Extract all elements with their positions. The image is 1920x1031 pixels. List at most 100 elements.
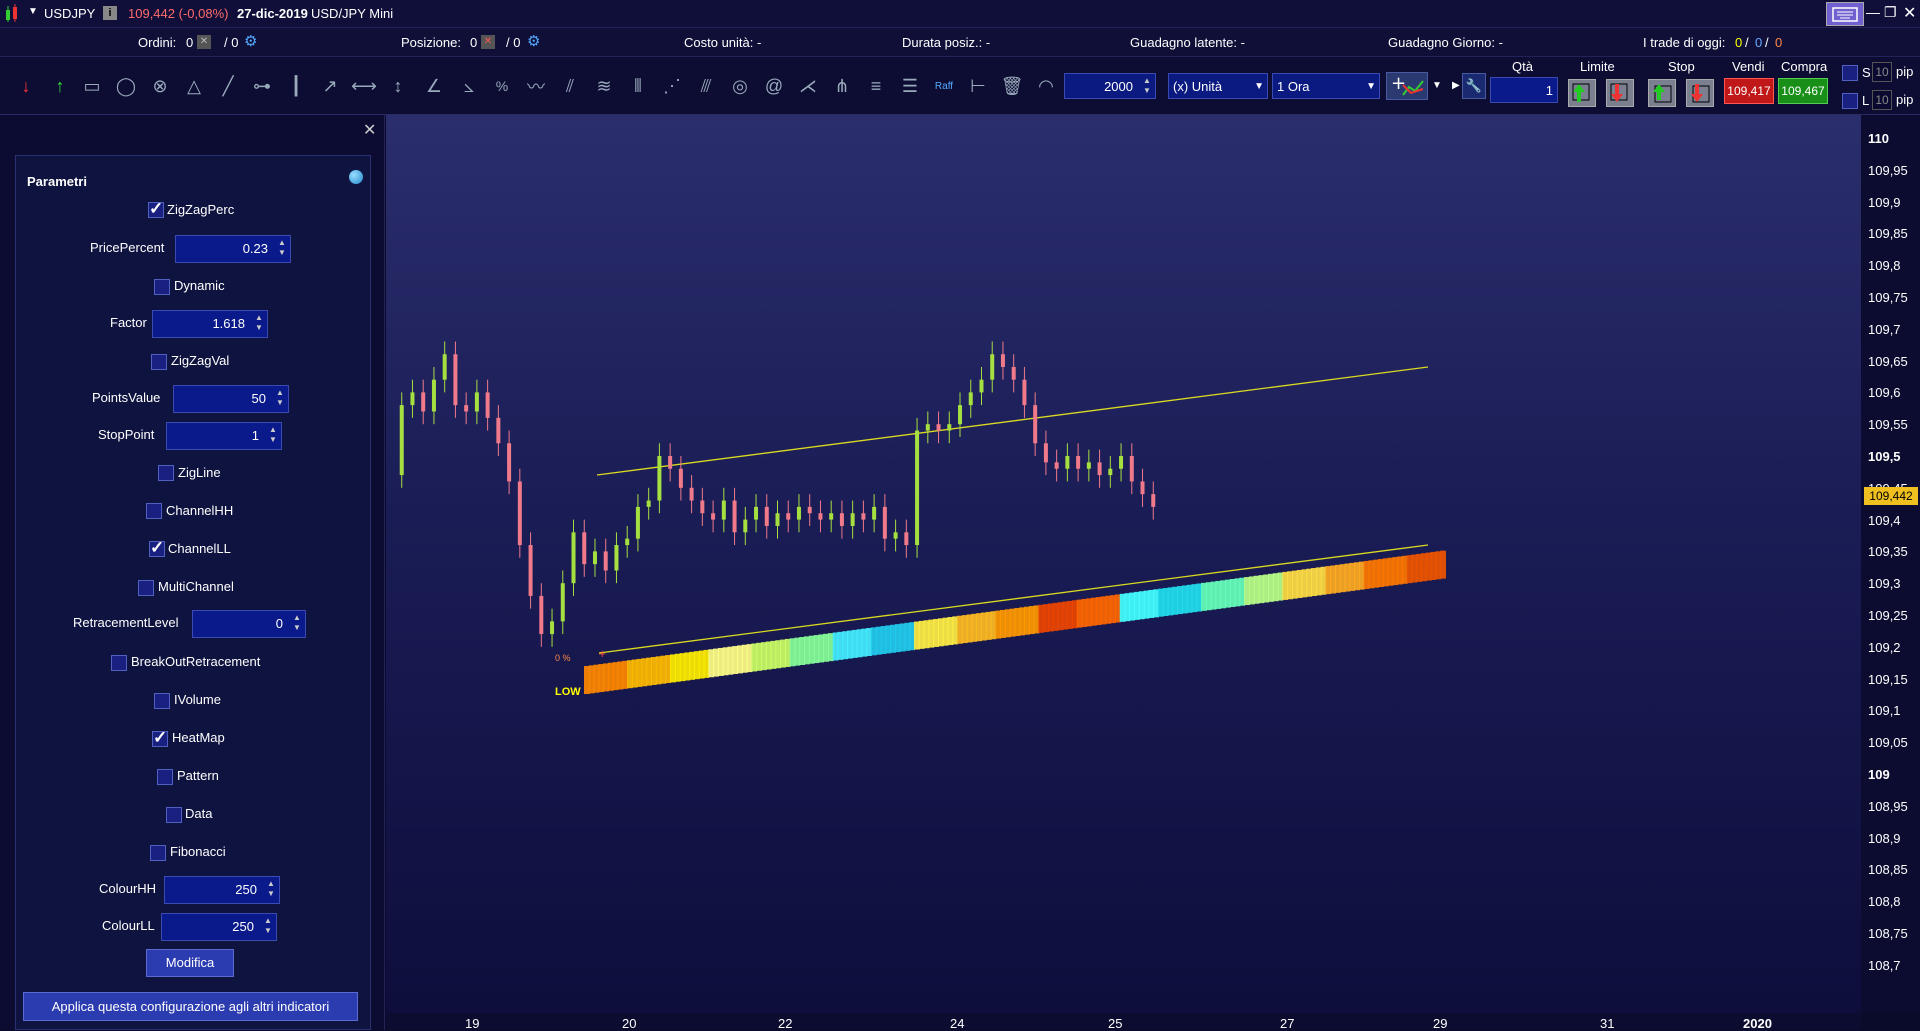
symbol-dropdown-icon[interactable]: ▼ — [28, 6, 38, 17]
price-tick: 108,95 — [1868, 798, 1908, 814]
help-icon[interactable] — [349, 170, 363, 184]
wrench-icon[interactable]: 🔧 — [1462, 73, 1486, 99]
colourll-spinner[interactable]: ▲ ▼ — [262, 916, 274, 938]
order-quantity-input[interactable]: 1 — [1490, 77, 1558, 103]
retracement-input[interactable]: 0 ▲ ▼ — [192, 610, 306, 638]
sell-button[interactable]: 109,417 — [1724, 78, 1774, 104]
pattern-checkbox[interactable] — [157, 769, 173, 785]
channel-icon[interactable]: ⫽ — [556, 72, 584, 100]
quantity-spinner[interactable]: ▲ ▼ — [1141, 76, 1153, 98]
buy-button[interactable]: 109,467 — [1778, 78, 1828, 104]
fib-arc-icon[interactable]: ⋔ — [828, 72, 856, 100]
apply-config-button[interactable]: Applica questa configurazione agli altri… — [23, 992, 358, 1021]
chart-canvas[interactable]: + — [386, 115, 1861, 1013]
fib-fan-icon[interactable]: ⋌ — [794, 72, 822, 100]
trash-icon[interactable]: 🗑 — [998, 72, 1026, 100]
timeframe-select[interactable]: 1 Ora ▼ — [1272, 73, 1380, 99]
arrow-up-icon[interactable]: ↑ — [46, 72, 74, 100]
quantity-input[interactable]: 2000 ▲ ▼ — [1064, 73, 1156, 99]
gann-icon[interactable]: ⦀ — [624, 72, 652, 100]
limit-sell-button[interactable] — [1606, 79, 1634, 107]
ruler-icon[interactable]: ⟷ — [350, 72, 378, 100]
close-position-icon[interactable]: ✕ — [481, 35, 495, 49]
date: 27-dic-2019 — [237, 6, 308, 21]
cancel-orders-icon[interactable]: ✕ — [197, 35, 211, 49]
arrow-down-icon[interactable]: ↓ — [12, 72, 40, 100]
pointsvalue-spinner[interactable]: ▲ ▼ — [274, 388, 286, 410]
price-chart[interactable]: + LOW 0 % — [386, 115, 1861, 1013]
vertical-line-icon[interactable]: ┃ — [282, 72, 310, 100]
chevron-right-icon[interactable]: ▶ — [1452, 80, 1460, 91]
unit-value: (x) Unità — [1173, 79, 1223, 94]
data-checkbox[interactable] — [166, 807, 182, 823]
chevron-down-icon[interactable]: ▼ — [1432, 80, 1442, 91]
trend-angle-icon[interactable]: ∠ — [420, 72, 448, 100]
fib-circle-icon[interactable]: ◎ — [726, 72, 754, 100]
multichannel-checkbox[interactable] — [138, 580, 154, 596]
cross-circle-icon[interactable]: ⊗ — [146, 72, 174, 100]
close-icon[interactable]: ✕ — [363, 120, 376, 140]
info-icon[interactable]: i — [103, 6, 117, 20]
zigzagval-checkbox[interactable] — [151, 354, 167, 370]
gear-icon[interactable]: ⚙ — [527, 32, 540, 50]
zigline-checkbox[interactable] — [158, 465, 174, 481]
angle-icon[interactable]: ⦣ — [455, 72, 483, 100]
stop-sell-button[interactable] — [1686, 79, 1714, 107]
limit-pip-checkbox[interactable] — [1842, 93, 1858, 109]
time-axis[interactable] — [386, 1013, 1861, 1030]
vertical-ruler-icon[interactable]: ↕ — [384, 72, 412, 100]
colourhh-input[interactable]: 250 ▲ ▼ — [164, 876, 280, 904]
heatmap-label: HeatMap — [172, 730, 225, 745]
regression-icon[interactable]: ≋ — [590, 72, 618, 100]
stop-buy-button[interactable] — [1648, 79, 1676, 107]
ivolume-checkbox[interactable] — [154, 693, 170, 709]
fib-retracement-icon[interactable]: ☰ — [896, 72, 924, 100]
pricepercent-spinner[interactable]: ▲ ▼ — [276, 238, 288, 260]
retracement-spinner[interactable]: ▲ ▼ — [291, 613, 303, 635]
fan-icon[interactable]: ⋰ — [658, 72, 686, 100]
pointsvalue-input[interactable]: 50 ▲ ▼ — [173, 385, 289, 413]
stop-pip-input[interactable]: 10 — [1872, 62, 1892, 82]
ellipse-icon[interactable]: ◯ — [112, 72, 140, 100]
rectangle-icon[interactable]: ▭ — [78, 72, 106, 100]
arc-icon[interactable]: ◠ — [1032, 72, 1060, 100]
add-indicator-icon[interactable]: + — [1386, 72, 1428, 100]
channelll-checkbox[interactable] — [149, 538, 165, 558]
elliott-icon[interactable]: ≡ — [862, 72, 890, 100]
pricepercent-input[interactable]: 0.23 ▲ ▼ — [175, 235, 291, 263]
colourll-input[interactable]: 250 ▲ ▼ — [161, 913, 277, 941]
line-icon[interactable]: ╱ — [214, 72, 242, 100]
limit-buy-button[interactable] — [1568, 79, 1596, 107]
dynamic-checkbox[interactable] — [154, 279, 170, 295]
raff-channel-icon[interactable]: Raff — [930, 72, 958, 100]
breakout-checkbox[interactable] — [111, 655, 127, 671]
minimize-icon[interactable]: — — [1866, 4, 1880, 20]
keyboard-icon[interactable] — [1826, 2, 1864, 26]
stoppoint-input[interactable]: 1 ▲ ▼ — [166, 422, 282, 450]
pitchfork-icon[interactable]: ⫻ — [692, 72, 720, 100]
spiral-icon[interactable]: @ — [760, 72, 788, 100]
restore-icon[interactable]: ❐ — [1884, 4, 1897, 21]
channelhh-checkbox[interactable] — [146, 503, 162, 519]
gear-icon[interactable]: ⚙ — [244, 32, 257, 50]
fibonacci-checkbox[interactable] — [150, 845, 166, 861]
stoppoint-spinner[interactable]: ▲ ▼ — [267, 425, 279, 447]
symbol-name[interactable]: USDJPY — [44, 6, 95, 21]
horizontal-line-icon[interactable]: ⊶ — [248, 72, 276, 100]
ray-icon[interactable]: ↗ — [316, 72, 344, 100]
heatmap-checkbox[interactable] — [152, 728, 168, 748]
modify-button[interactable]: Modifica — [146, 949, 234, 977]
wave-icon[interactable]: 〰 — [522, 72, 550, 100]
triangle-icon[interactable]: △ — [180, 72, 208, 100]
close-icon[interactable]: ✕ — [1903, 3, 1916, 23]
stop-pip-checkbox[interactable] — [1842, 65, 1858, 81]
measure-icon[interactable]: ⊢ — [964, 72, 992, 100]
price-axis[interactable] — [1861, 115, 1920, 1013]
percent-icon[interactable]: % — [488, 72, 516, 100]
factor-spinner[interactable]: ▲ ▼ — [253, 313, 265, 335]
limit-pip-input[interactable]: 10 — [1872, 90, 1892, 110]
colourhh-spinner[interactable]: ▲ ▼ — [265, 879, 277, 901]
factor-input[interactable]: 1.618 ▲ ▼ — [152, 310, 268, 338]
zigzagperc-checkbox[interactable] — [148, 199, 164, 219]
unit-select[interactable]: (x) Unità ▼ — [1168, 73, 1268, 99]
